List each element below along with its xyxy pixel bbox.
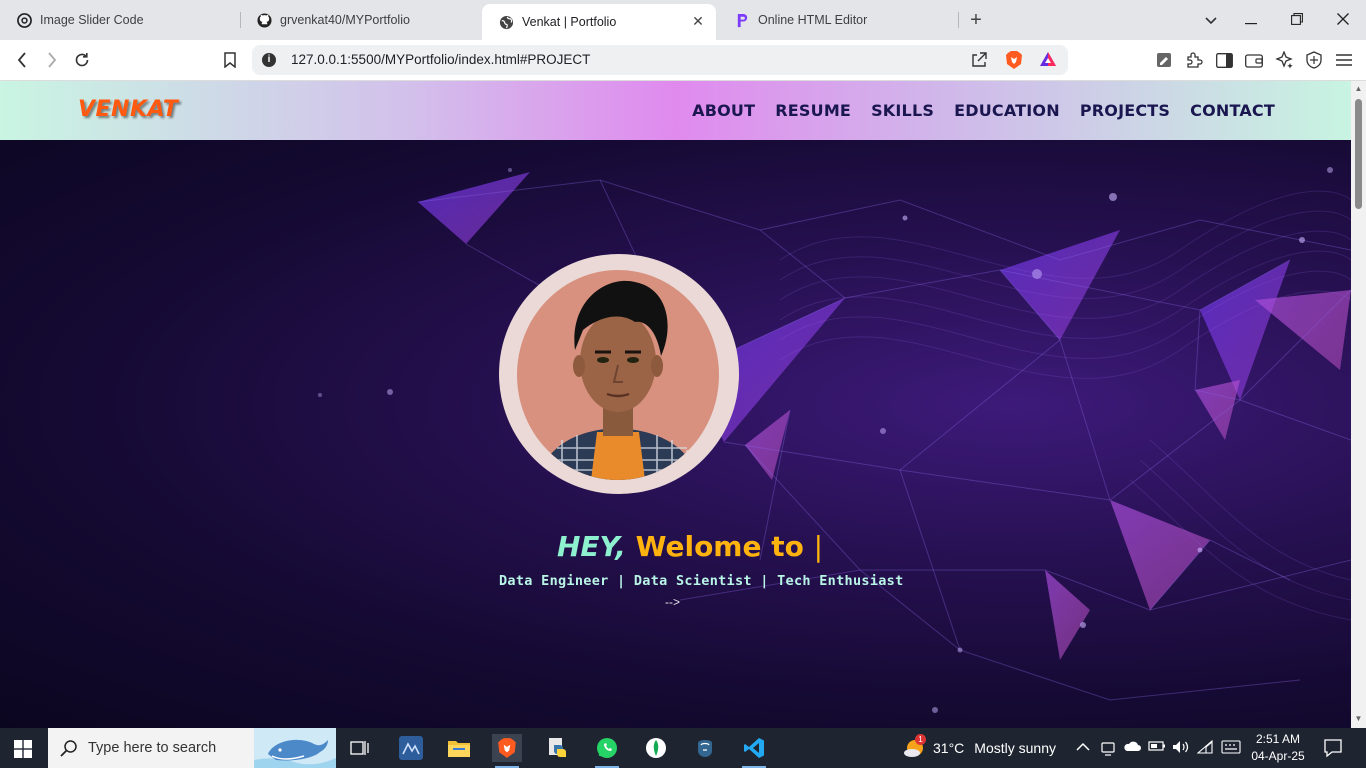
task-view-icon[interactable]: [345, 734, 375, 762]
site-navbar: VENKAT ABOUT RESUME SKILLS EDUCATION PRO…: [0, 81, 1351, 140]
sidebar-icon[interactable]: [1214, 50, 1234, 70]
nav-education[interactable]: EDUCATION: [954, 101, 1060, 120]
hero-welcome-text: Welome to: [635, 530, 804, 563]
vpn-shield-icon[interactable]: [1304, 50, 1324, 70]
tab-title: Online HTML Editor: [758, 13, 868, 27]
typing-caret: |: [813, 530, 824, 563]
reload-icon[interactable]: [72, 50, 92, 70]
tab-title: Venkat | Portfolio: [522, 15, 617, 29]
globe-icon: [498, 14, 514, 30]
new-tab-plus-icon[interactable]: +: [966, 10, 986, 30]
scrollbar-thumb[interactable]: [1355, 99, 1362, 209]
system-clock[interactable]: 2:51 AM 04-Apr-25: [1248, 731, 1308, 765]
weather-sun-cloud-icon: 1: [903, 734, 927, 758]
openai-icon: [16, 12, 32, 28]
hero-greeting: HEY,: [557, 530, 626, 563]
windows-start-icon[interactable]: [14, 740, 32, 758]
wifi-icon[interactable]: [1196, 739, 1213, 757]
site-info-icon[interactable]: i: [262, 53, 276, 67]
brave-rewards-icon[interactable]: [1039, 51, 1057, 72]
address-bar[interactable]: i 127.0.0.1:5500/MYPortfolio/index.html#…: [252, 45, 1068, 75]
vscode-icon[interactable]: [739, 734, 769, 768]
menu-hamburger-icon[interactable]: [1334, 50, 1354, 70]
extensions-puzzle-icon[interactable]: [1184, 50, 1204, 70]
share-icon[interactable]: [970, 51, 988, 74]
nav-contact[interactable]: CONTACT: [1190, 101, 1275, 120]
onedrive-cloud-icon[interactable]: [1123, 740, 1141, 755]
notification-center-icon[interactable]: [1323, 738, 1343, 758]
github-icon: [256, 12, 272, 28]
url-text[interactable]: 127.0.0.1:5500/MYPortfolio/index.html#PR…: [291, 52, 590, 67]
jupyter-app-icon[interactable]: [396, 734, 426, 762]
close-window-icon[interactable]: [1333, 10, 1353, 30]
nav-resume[interactable]: RESUME: [775, 101, 851, 120]
nav-about[interactable]: ABOUT: [692, 101, 755, 120]
hero-headline: HEY, Welome to |: [557, 530, 823, 563]
tab-title: grvenkat40/MYPortfolio: [280, 13, 410, 27]
tray-overflow-chevron-icon[interactable]: [1076, 740, 1090, 755]
volume-icon[interactable]: [1172, 740, 1190, 757]
taskbar-search-box[interactable]: Type here to search: [48, 728, 336, 768]
weather-description: Mostly sunny: [974, 740, 1056, 756]
hero-arrow-text: -->: [665, 595, 680, 609]
weather-alert-badge: 1: [915, 734, 926, 745]
nav-skills[interactable]: SKILLS: [871, 101, 934, 120]
weather-temperature: 31°C: [933, 740, 965, 756]
page-scrollbar[interactable]: ▲ ▼: [1351, 81, 1366, 728]
clock-date: 04-Apr-25: [1251, 749, 1305, 763]
wallet-icon[interactable]: [1244, 50, 1264, 70]
page-viewport: VENKAT ABOUT RESUME SKILLS EDUCATION PRO…: [0, 81, 1351, 728]
browser-toolbar: i 127.0.0.1:5500/MYPortfolio/index.html#…: [0, 40, 1366, 81]
tab-title: Image Slider Code: [40, 13, 144, 27]
restore-icon[interactable]: [1287, 10, 1307, 30]
nav-links: ABOUT RESUME SKILLS EDUCATION PROJECTS C…: [692, 101, 1275, 120]
leo-ai-icon[interactable]: [1274, 50, 1294, 70]
search-highlight-whale-icon: [254, 728, 336, 768]
clock-time: 2:51 AM: [1255, 732, 1301, 746]
mongodb-compass-icon[interactable]: [641, 734, 671, 762]
tab-image-slider-code[interactable]: Image Slider Code: [0, 0, 240, 40]
tab-online-html-editor[interactable]: Online HTML Editor: [718, 0, 958, 40]
whatsapp-icon[interactable]: [592, 734, 622, 768]
tab-github-portfolio[interactable]: grvenkat40/MYPortfolio: [240, 0, 480, 40]
close-tab-icon[interactable]: ✕: [690, 13, 706, 29]
scroll-down-arrow-icon[interactable]: ▼: [1354, 715, 1363, 723]
meet-now-icon[interactable]: [1101, 740, 1115, 759]
browser-tab-strip: Image Slider Code grvenkat40/MYPortfolio…: [0, 0, 1366, 40]
forward-icon[interactable]: [42, 50, 62, 70]
search-placeholder: Type here to search: [88, 740, 217, 756]
tab-separator: [958, 12, 959, 28]
minimize-icon[interactable]: [1241, 10, 1261, 30]
scroll-up-arrow-icon[interactable]: ▲: [1354, 85, 1363, 93]
windows-taskbar: Type here to search 1 31°C Mostly sunny: [0, 728, 1366, 768]
site-logo[interactable]: VENKAT: [78, 97, 178, 122]
brave-shields-icon[interactable]: [1005, 50, 1023, 75]
weather-widget[interactable]: 1 31°C Mostly sunny: [903, 734, 1056, 758]
keyboard-language-icon[interactable]: [1221, 740, 1241, 757]
profile-photo: [517, 270, 719, 480]
postgresql-icon[interactable]: [690, 734, 720, 762]
tab-search-chevron-icon[interactable]: [1201, 10, 1221, 30]
extension-editor-icon[interactable]: [1154, 50, 1174, 70]
search-icon: [60, 739, 78, 757]
python-app-icon[interactable]: [542, 734, 572, 762]
bookmark-icon[interactable]: [220, 50, 240, 70]
tab-venkat-portfolio[interactable]: Venkat | Portfolio ✕: [482, 4, 716, 40]
profile-avatar: [499, 254, 739, 494]
brave-browser-taskbar-icon[interactable]: [492, 734, 522, 768]
hero-section: HEY, Welome to | Data Engineer | Data Sc…: [0, 140, 1351, 728]
back-icon[interactable]: [12, 50, 32, 70]
nav-projects[interactable]: PROJECTS: [1080, 101, 1170, 120]
battery-icon[interactable]: [1148, 740, 1166, 755]
editor-icon: [734, 12, 750, 28]
file-explorer-icon[interactable]: [444, 734, 474, 762]
hero-subtitle: Data Engineer | Data Scientist | Tech En…: [499, 573, 904, 589]
